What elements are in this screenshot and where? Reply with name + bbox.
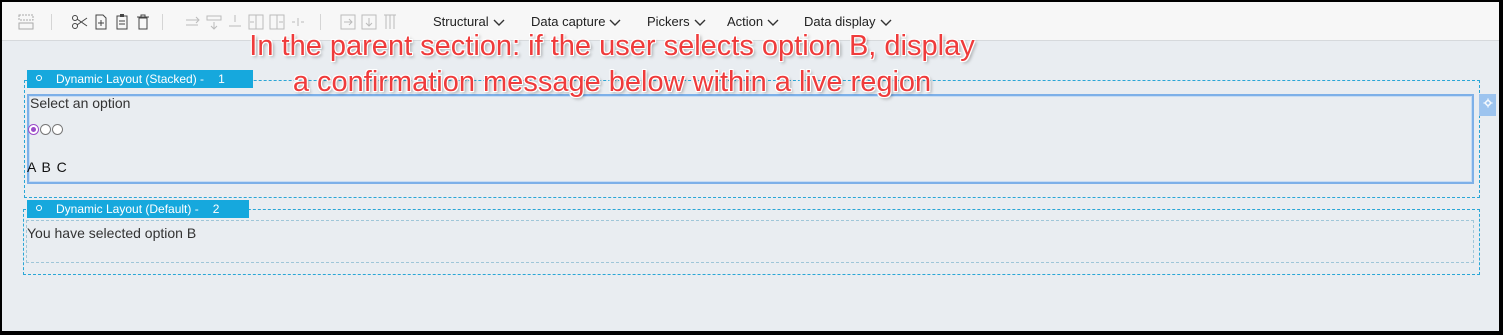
menu-structural[interactable]: Structural bbox=[433, 14, 505, 29]
chevron-down-icon bbox=[694, 19, 706, 27]
designer-canvas: Structural Data capture Pickers Action D… bbox=[2, 2, 1499, 331]
menu-action[interactable]: Action bbox=[727, 14, 779, 29]
layout-icon[interactable] bbox=[17, 13, 35, 31]
radio-option-labels: A B C bbox=[27, 159, 67, 175]
field-settings-tab[interactable] bbox=[1479, 94, 1496, 116]
confirmation-message: You have selected option B bbox=[27, 225, 197, 241]
chevron-down-icon bbox=[880, 19, 892, 27]
menu-label: Pickers bbox=[647, 14, 690, 29]
layout-number: 2 bbox=[212, 202, 220, 216]
annotation-line-2: a confirmation message below within a li… bbox=[292, 66, 932, 98]
layout-label: Dynamic Layout (Stacked) - bbox=[56, 72, 205, 86]
annotation-callout: In the parent section: if the user selec… bbox=[202, 28, 1022, 100]
menu-data-display[interactable]: Data display bbox=[804, 14, 892, 29]
chevron-down-icon bbox=[609, 19, 621, 27]
radio-option-a[interactable] bbox=[28, 124, 39, 135]
delete-icon[interactable] bbox=[134, 13, 152, 31]
radio-option-b[interactable] bbox=[40, 124, 51, 135]
menu-label: Data display bbox=[804, 14, 876, 29]
layout-handle-icon bbox=[36, 205, 42, 211]
menu-pickers[interactable]: Pickers bbox=[647, 14, 706, 29]
toolbar-divider bbox=[51, 14, 52, 30]
chevron-down-icon bbox=[493, 19, 505, 27]
layout-handle-icon bbox=[36, 75, 42, 81]
menu-label: Data capture bbox=[531, 14, 606, 29]
menu-label: Structural bbox=[433, 14, 489, 29]
layout-tag-default[interactable]: Dynamic Layout (Default) - 2 bbox=[27, 200, 249, 218]
menu-label: Action bbox=[727, 14, 764, 29]
clipboard-icon[interactable] bbox=[113, 13, 131, 31]
radio-group-label: Select an option bbox=[30, 95, 131, 111]
add-page-icon[interactable] bbox=[92, 13, 110, 31]
move-right-icon[interactable] bbox=[184, 13, 202, 31]
radio-option-c[interactable] bbox=[52, 124, 63, 135]
menu-data-capture[interactable]: Data capture bbox=[531, 14, 621, 29]
cut-icon[interactable] bbox=[71, 13, 89, 31]
chevron-down-icon bbox=[767, 19, 779, 27]
annotation-line-1: In the parent section: if the user selec… bbox=[249, 30, 975, 62]
gear-icon bbox=[1483, 98, 1492, 108]
layout-label: Dynamic Layout (Default) - bbox=[56, 202, 199, 216]
toolbar-divider bbox=[162, 14, 163, 30]
live-region bbox=[26, 220, 1474, 263]
radio-group-field[interactable] bbox=[27, 94, 1474, 184]
